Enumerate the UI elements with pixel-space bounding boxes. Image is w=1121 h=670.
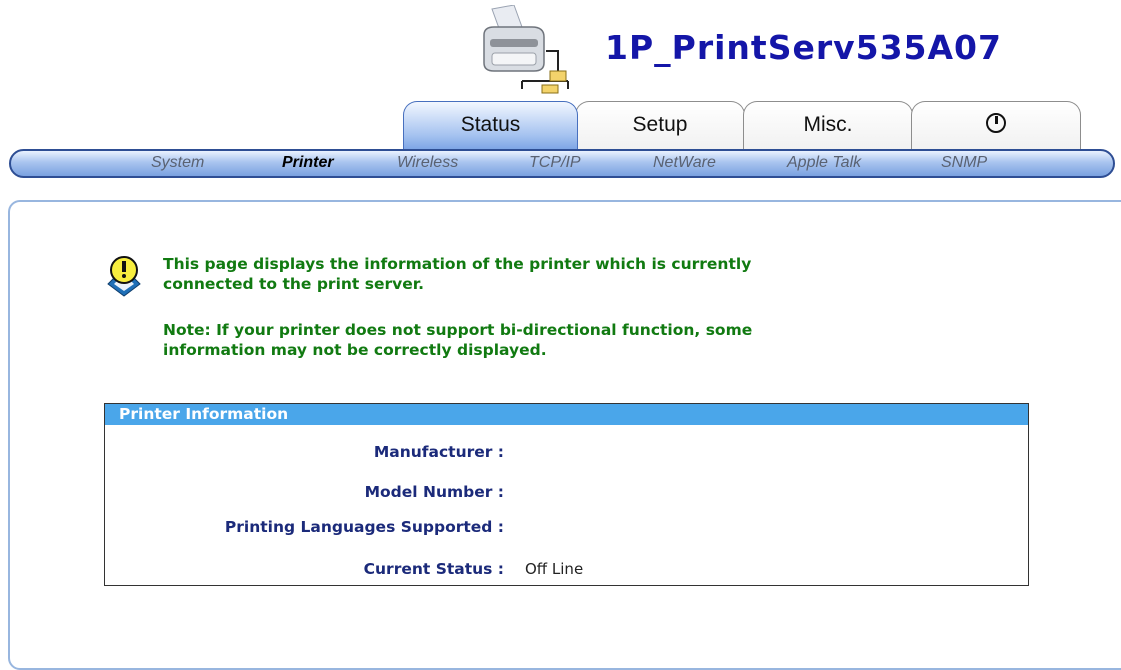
printer-information-box: Printer Information Manufacturer : Model… [104,403,1029,586]
printing-languages-label: Printing Languages Supported : [224,518,504,536]
current-status-value: Off Line [525,560,584,578]
header: 1P_PrintServ535A07 [0,0,1121,100]
manufacturer-label: Manufacturer : [373,443,504,461]
device-name-title: 1P_PrintServ535A07 [605,28,1002,67]
subnav-item-printer[interactable]: Printer [282,154,334,172]
subnav-item-system[interactable]: System [151,154,204,172]
subnav-item-tcpip[interactable]: TCP/IP [529,154,581,172]
printer-network-icon [483,5,569,94]
power-icon [986,113,1006,133]
tab-status[interactable]: Status [403,101,578,149]
subnav-item-snmp[interactable]: SNMP [941,154,987,172]
lightbulb-tip-icon [107,256,141,297]
subnav-item-netware[interactable]: NetWare [653,154,716,172]
subnav-item-wireless[interactable]: Wireless [397,154,458,172]
subnav-item-apple-talk[interactable]: Apple Talk [787,154,861,172]
info-row-model-number: Model Number : [105,482,1028,502]
tab-misc[interactable]: Misc. [743,101,913,149]
info-text-line-2: connected to the print server. [163,275,425,293]
tab-setup[interactable]: Setup [575,101,745,149]
printer-information-title: Printer Information [105,404,1028,425]
info-row-current-status: Current Status : Off Line [105,559,1028,579]
subnav-bar: System Printer Wireless TCP/IP NetWare A… [9,149,1115,178]
info-row-printing-languages: Printing Languages Supported : [105,517,1028,537]
info-text-line-1: This page displays the information of th… [163,255,752,273]
note-text-line-1: Note: If your printer does not support b… [163,321,753,339]
note-text-line-2: information may not be correctly display… [163,341,547,359]
model-number-label: Model Number : [364,483,504,501]
current-status-label: Current Status : [363,560,504,578]
info-row-manufacturer: Manufacturer : [105,442,1028,462]
tab-power[interactable] [911,101,1081,149]
